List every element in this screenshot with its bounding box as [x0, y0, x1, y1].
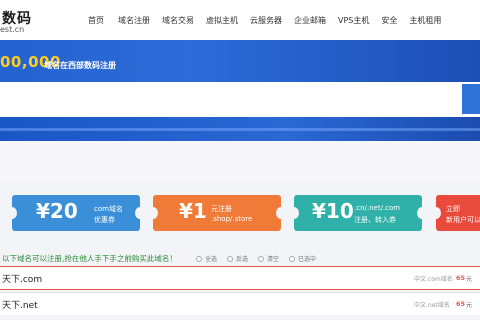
results-headline: 以下域名可以注册,抢在他人手下手之前购买此域名！ — [2, 254, 177, 263]
coupon-line1: .cn/.net/.com — [354, 204, 401, 212]
result-price: 65 — [456, 300, 466, 308]
result-status: 中文.com域名 — [414, 276, 453, 283]
coupon-line2: 新用户可以 — [446, 216, 480, 224]
nav-item-domain-register[interactable]: 域名注册 — [118, 15, 150, 27]
filter-invert[interactable]: 反选 — [227, 254, 248, 263]
coupon-notch — [431, 207, 441, 219]
selection-filters: 全选 反选 清空 已选中 — [196, 254, 326, 263]
coupon-shop-store[interactable]: ¥1 元注册 .shop/.store — [148, 195, 286, 231]
coupon-cn-net-com[interactable]: ¥10 .cn/.net/.com 注册、转入券 — [289, 195, 427, 231]
banner-shine — [0, 128, 480, 131]
coupon-value: ¥20 — [36, 199, 78, 223]
result-row[interactable]: 天下.net 中文.net域名 65 元 — [0, 292, 480, 315]
nav-item-enterprise-mail[interactable]: 企业邮箱 — [294, 15, 326, 27]
coupon-com[interactable]: ¥20 com域名 优惠券 — [7, 195, 145, 231]
domain-search-input[interactable] — [0, 83, 460, 113]
result-price: 65 — [456, 274, 466, 282]
radio-icon[interactable] — [289, 255, 296, 262]
banner-text: 域名在西部数码注册 — [44, 61, 116, 70]
main-nav: 首页 域名注册 域名交易 虚拟主机 云服务器 企业邮箱 VPS主机 安全 主机租… — [88, 15, 453, 27]
nav-item-vps[interactable]: VPS主机 — [338, 15, 369, 27]
coupon-notch — [148, 207, 158, 219]
nav-item-virtual-host[interactable]: 虚拟主机 — [206, 15, 238, 27]
coupon-value: ¥1 — [179, 199, 207, 223]
logo-subtitle: est.cn — [0, 25, 25, 34]
coupon-line1: 立即 — [446, 205, 460, 213]
coupon-line1: 元注册 — [211, 205, 232, 213]
top-header: 数码 est.cn 首页 域名注册 域名交易 虚拟主机 云服务器 企业邮箱 VP… — [0, 0, 480, 40]
coupon-notch — [7, 207, 17, 219]
coupon-notch — [417, 207, 427, 219]
coupon-line2: 优惠券 — [94, 216, 115, 224]
filter-select-all[interactable]: 全选 — [196, 254, 217, 263]
radio-icon[interactable] — [258, 255, 265, 262]
result-unit: 元 — [466, 302, 473, 309]
light-strip — [0, 141, 480, 181]
search-button[interactable] — [462, 84, 480, 114]
hero-banner: 00,000 域名在西部数码注册 — [0, 40, 480, 82]
filter-label: 清空 — [267, 256, 280, 263]
filter-clear[interactable]: 清空 — [258, 254, 279, 263]
filter-label: 全选 — [205, 256, 218, 263]
radio-icon[interactable] — [196, 255, 202, 262]
coupon-new-user[interactable]: 立即 新用户可以 — [431, 195, 480, 231]
nav-item-domain-trade[interactable]: 域名交易 — [162, 15, 194, 27]
search-bar — [0, 82, 480, 117]
coupon-line1: com域名 — [94, 205, 123, 213]
coupon-line2: 注册、转入券 — [354, 216, 396, 224]
nav-item-host-rental[interactable]: 主机租用 — [409, 15, 441, 27]
results-header: 以下域名可以注册,抢在他人手下手之前购买此域名！ 全选 反选 清空 已选中 — [0, 250, 480, 266]
result-domain-name: 天下.net — [2, 301, 38, 311]
filter-label: 反选 — [236, 256, 249, 263]
nav-item-cloud-server[interactable]: 云服务器 — [250, 15, 282, 27]
coupon-notch — [135, 207, 145, 219]
result-status: 中文.net域名 — [414, 302, 450, 309]
nav-item-home[interactable]: 首页 — [88, 15, 104, 27]
filter-selected[interactable]: 已选中 — [289, 254, 316, 263]
result-unit: 元 — [466, 276, 473, 283]
result-row[interactable]: 天下.com 中文.com域名 65 元 — [0, 266, 480, 290]
filter-label: 已选中 — [298, 256, 317, 263]
radio-icon[interactable] — [227, 255, 234, 262]
coupon-value: ¥10 — [312, 199, 354, 223]
coupon-notch — [289, 207, 299, 219]
result-domain-name: 天下.com — [2, 275, 43, 285]
nav-item-security[interactable]: 安全 — [381, 15, 397, 27]
coupon-notch — [276, 207, 286, 219]
coupon-line2: .shop/.store — [211, 215, 253, 223]
